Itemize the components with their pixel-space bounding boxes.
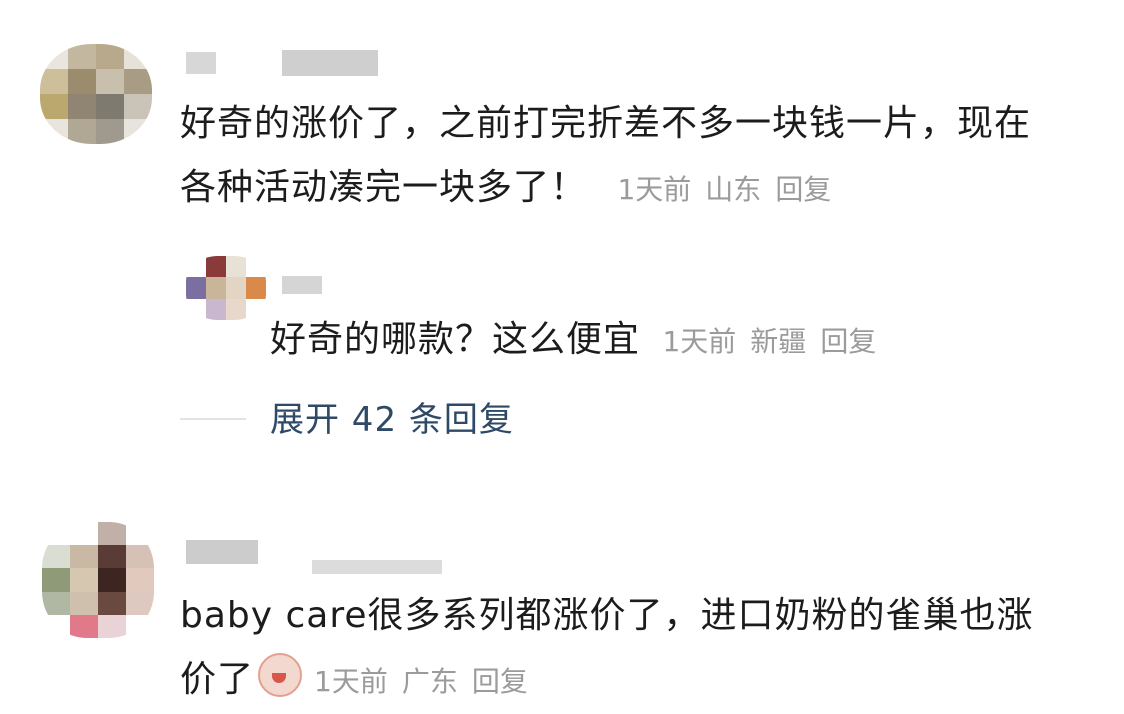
comment-text-cont: 价了 — [180, 659, 255, 700]
comment-time: 1天前 — [314, 665, 388, 698]
comment-location: 山东 — [705, 173, 762, 206]
reply-text: 好奇的哪款？这么便宜 1天前 新疆 回复 — [270, 308, 890, 374]
comment-text-line: 价了 1天前 广东 回复 — [180, 648, 1034, 714]
username-blurred[interactable] — [186, 52, 216, 74]
reply-button[interactable]: 回复 — [775, 173, 831, 206]
crying-face-icon — [258, 653, 303, 697]
username-blurred[interactable] — [282, 276, 322, 294]
username-blurred[interactable] — [186, 540, 258, 564]
comment-time: 1天前 — [617, 173, 692, 206]
avatar[interactable] — [40, 44, 152, 144]
comment-text: baby care很多系列都涨价了，进口奶粉的雀巢也涨 价了 1天前 广东 回复 — [180, 584, 1034, 714]
comment-text-line: 各种活动凑完一块多了！ 1天前 山东 回复 — [180, 156, 1031, 222]
reply-text-content: 好奇的哪款？这么便宜 — [270, 319, 641, 360]
comment-text-line: 好奇的涨价了，之前打完折差不多一块钱一片，现在 — [180, 103, 1032, 144]
username-blurred[interactable] — [282, 50, 378, 76]
reply-time: 1天前 — [662, 325, 737, 358]
comment-text-line: baby care很多系列都涨价了，进口奶粉的雀巢也涨 — [180, 595, 1034, 636]
comment-text-cont: 各种活动凑完一块多了！ — [180, 167, 588, 208]
divider — [180, 418, 246, 420]
avatar[interactable] — [42, 522, 154, 638]
comment-location: 广东 — [401, 665, 458, 698]
comment-text: 好奇的涨价了，之前打完折差不多一块钱一片，现在 各种活动凑完一块多了！ 1天前山… — [180, 92, 1031, 222]
expand-replies-link[interactable]: 展开 42 条回复 — [270, 392, 514, 448]
avatar[interactable] — [186, 256, 266, 320]
username-blurred[interactable] — [312, 560, 442, 574]
reply-location: 新疆 — [750, 325, 807, 358]
reply-button[interactable]: 回复 — [820, 325, 876, 358]
reply-button[interactable]: 回复 — [472, 665, 528, 698]
